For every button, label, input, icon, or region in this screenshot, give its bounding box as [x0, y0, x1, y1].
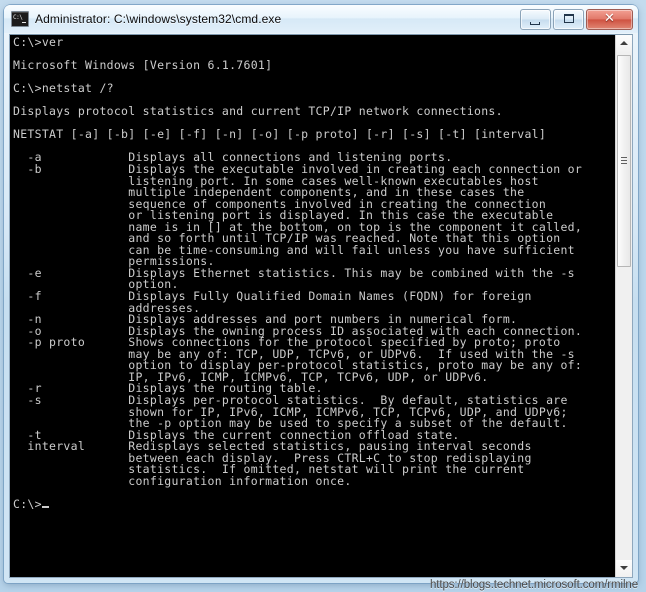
minimize-button[interactable]	[520, 8, 551, 30]
window-title-bar[interactable]: Administrator: C:\windows\system32\cmd.e…	[4, 5, 638, 33]
grip-icon	[621, 157, 627, 165]
maximize-icon	[564, 13, 574, 23]
cmd-window: Administrator: C:\windows\system32\cmd.e…	[4, 5, 638, 583]
console-output[interactable]: C:\>ver Microsoft Windows [Version 6.1.7…	[10, 35, 615, 577]
window-title: Administrator: C:\windows\system32\cmd.e…	[35, 12, 282, 26]
chevron-up-icon	[620, 41, 628, 45]
chevron-down-icon	[620, 566, 628, 570]
scroll-down-arrow-button[interactable]	[616, 560, 632, 577]
console-cursor	[41, 505, 49, 508]
console-text: C:\>ver Microsoft Windows [Version 6.1.7…	[13, 35, 583, 511]
cmd-icon	[11, 11, 29, 27]
vertical-scrollbar[interactable]	[615, 35, 632, 577]
close-icon: ✕	[604, 10, 615, 26]
scrollbar-thumb[interactable]	[617, 55, 631, 267]
caption-buttons: ✕	[518, 8, 633, 30]
watermark-url: https://blogs.technet.microsoft.com/rmil…	[430, 579, 638, 591]
minimize-icon	[530, 21, 540, 25]
maximize-button[interactable]	[553, 8, 584, 30]
close-button[interactable]: ✕	[586, 8, 633, 30]
scroll-up-arrow-button[interactable]	[616, 35, 632, 52]
desktop-background: Administrator: C:\windows\system32\cmd.e…	[0, 0, 646, 592]
console-client-area: C:\>ver Microsoft Windows [Version 6.1.7…	[9, 34, 633, 578]
